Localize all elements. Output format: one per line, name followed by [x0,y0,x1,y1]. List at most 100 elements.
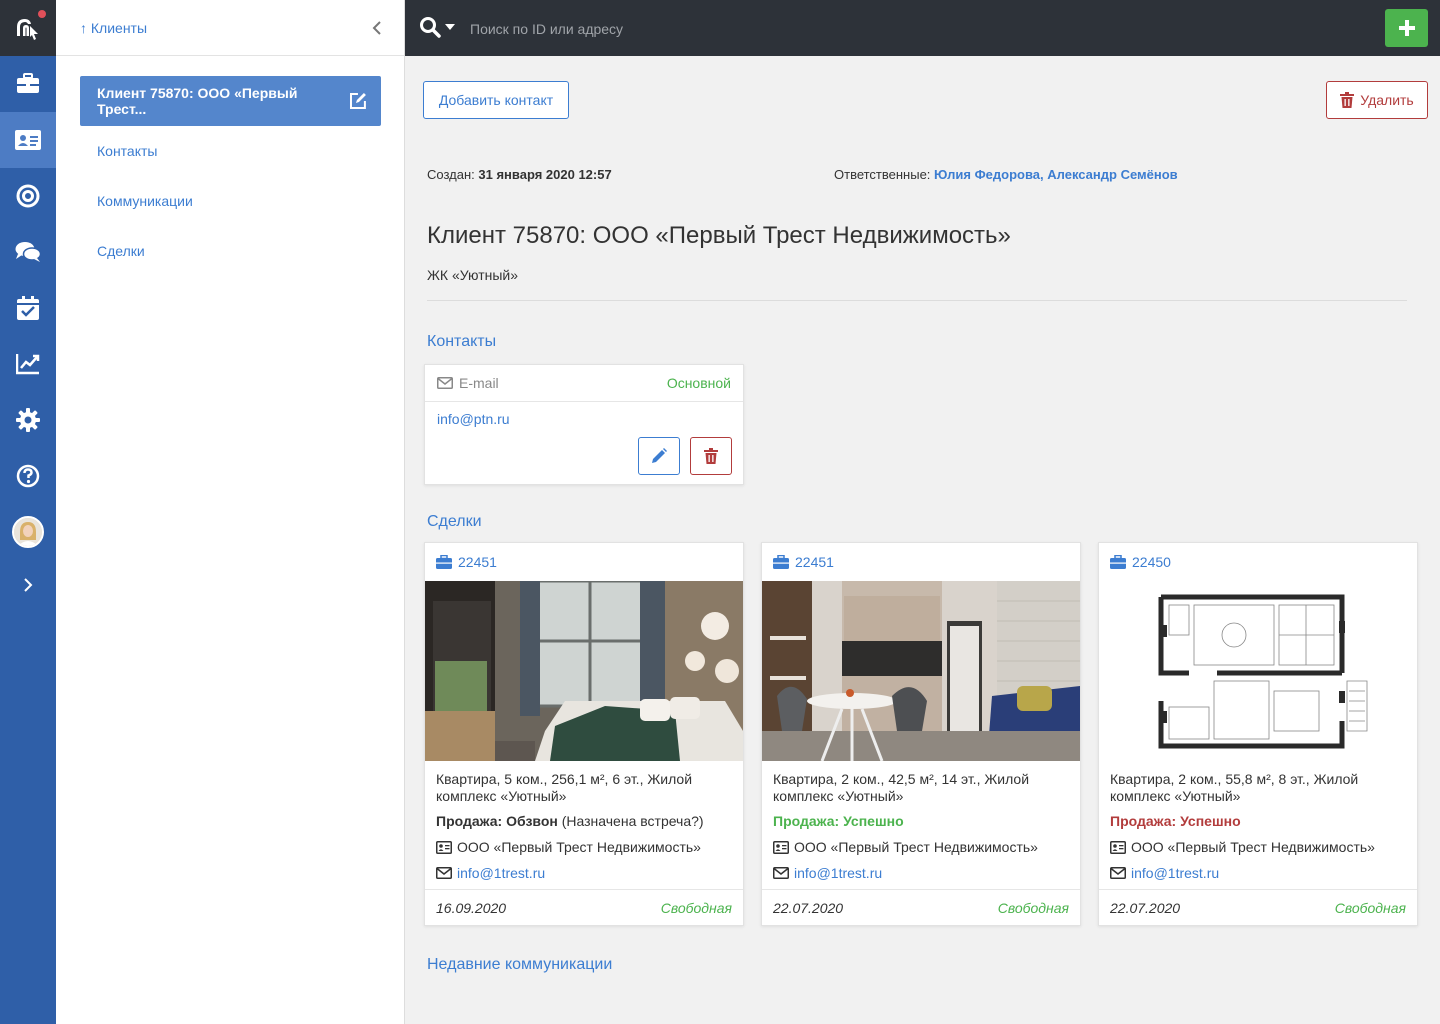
deal-company-name: ООО «Первый Трест Недвижимость» [794,839,1038,855]
search-mode-toggle[interactable] [419,16,455,38]
deal-date: 16.09.2020 [436,899,507,916]
created-value: 31 января 2020 12:57 [478,167,612,182]
deal-footer: 22.07.2020 Свободная [762,889,1080,925]
panel-item-contacts[interactable]: Контакты [97,143,157,159]
target-icon [16,184,40,208]
app-logo[interactable] [0,0,56,56]
contact-card-icon [15,130,41,150]
deal-company-name: ООО «Первый Трест Недвижимость» [457,839,701,855]
deal-email: info@1trest.ru [773,865,882,881]
deal-header: 22450 [1099,543,1417,581]
deal-email: info@1trest.ru [1110,865,1219,881]
deal-id-link[interactable]: 22451 [795,554,834,570]
deal-floor-plan [1099,581,1417,761]
client-subtitle: ЖК «Уютный» [427,267,519,283]
deal-description: Квартира, 2 ком., 55,8 м², 8 эт., Жилой … [1110,771,1359,804]
rail-expand[interactable] [0,557,56,613]
rail-calendar[interactable] [0,280,56,336]
back-to-clients-link[interactable]: ↑ Клиенты [80,20,147,36]
responsible-users-link[interactable]: Юлия Федорова, Александр Семёнов [934,167,1178,182]
deal-date: 22.07.2020 [773,899,844,916]
contacts-section-title: Контакты [427,333,497,350]
deal-company: ООО «Первый Трест Недвижимость» [1110,839,1375,855]
deal-status-stage: Продажа: Успешно [773,813,904,829]
deal-id-link[interactable]: 22451 [458,554,497,570]
deal-photo-bedroom [425,581,743,761]
created-label: Создан: [427,167,475,182]
contact-card-icon [1110,840,1126,854]
primary-badge: Основной [666,375,731,391]
contact-card-header: E-mail Основной [425,365,743,402]
calendar-check-icon [17,296,39,320]
contact-card-icon [436,840,452,854]
responsible-label: Ответственные: [834,167,931,182]
panel-item-communications[interactable]: Коммуникации [97,193,193,209]
collapse-chevron-icon[interactable] [372,20,382,35]
rail-clients[interactable] [0,112,56,168]
envelope-icon [437,377,453,389]
delete-contact-button[interactable] [690,437,732,475]
pencil-icon [652,448,667,463]
rail-profile[interactable] [0,504,56,560]
delete-button-label: Удалить [1360,92,1414,108]
rail-analytics[interactable] [0,336,56,392]
deal-status-stage: Продажа: Успешно [1110,813,1241,829]
edit-icon[interactable] [349,92,367,110]
deal-card[interactable]: 22451 [424,542,744,926]
created-info: Создан: 31 января 2020 12:57 [427,167,612,182]
panel-item-deals[interactable]: Сделки [97,243,145,259]
rail-chat[interactable] [0,224,56,280]
deals-section-title: Сделки [427,513,482,530]
briefcase-icon [17,73,39,93]
edit-contact-button[interactable] [638,437,680,475]
deal-footer: 22.07.2020 Свободная [1099,889,1417,925]
rail-target[interactable] [0,168,56,224]
gear-icon [16,408,40,432]
chevron-right-icon [24,578,33,592]
client-panel: ↑ Клиенты Клиент 75870: ООО «Первый Трес… [56,0,405,1024]
briefcase-icon [436,555,452,569]
search-icon [420,17,441,38]
deal-availability: Свободная [660,899,732,916]
panel-item-client-label: Клиент 75870: ООО «Первый Трест... [97,85,298,117]
add-button[interactable] [1385,9,1428,47]
deal-description: Квартира, 2 ком., 42,5 м², 14 эт., Жилой… [773,771,1030,804]
deal-availability: Свободная [1334,899,1406,916]
search-input[interactable] [470,18,1070,40]
deal-status: Продажа: Обзвон (Назначена встреча?) [436,813,704,829]
deal-email-link[interactable]: info@1trest.ru [457,865,545,881]
contact-type-label: E-mail [459,375,499,391]
panel-item-client[interactable]: Клиент 75870: ООО «Первый Трест... [80,76,381,126]
contact-type: E-mail [437,375,499,391]
contact-card-icon [773,840,789,854]
delete-button[interactable]: Удалить [1326,81,1428,119]
deal-id-link[interactable]: 22450 [1132,554,1171,570]
icon-rail [0,0,56,1024]
briefcase-icon [773,555,789,569]
rail-settings[interactable] [0,392,56,448]
question-icon [16,464,40,488]
deal-status: Продажа: Успешно [773,813,904,829]
rail-help[interactable] [0,448,56,504]
deal-email-link[interactable]: info@1trest.ru [794,865,882,881]
deal-company: ООО «Первый Трест Недвижимость» [773,839,1038,855]
contact-email-link[interactable]: info@ptn.ru [437,411,510,427]
avatar [12,516,44,548]
chat-icon [15,242,41,262]
add-contact-button[interactable]: Добавить контакт [423,81,569,119]
deal-status-note: (Назначена встреча?) [557,813,704,829]
deal-card[interactable]: 22451 [761,542,1081,926]
briefcase-icon [1110,555,1126,569]
deal-date: 22.07.2020 [1110,899,1181,916]
main-content: Добавить контакт Удалить Создан: 31 янва… [405,56,1440,1024]
deal-email-link[interactable]: info@1trest.ru [1131,865,1219,881]
deal-status: Продажа: Успешно [1110,813,1241,829]
deal-card[interactable]: 22450 Квартира, 2 ком., 55,8 м², 8 эт., … [1098,542,1418,926]
plus-icon [1398,20,1415,36]
envelope-icon [773,867,789,879]
deal-company-name: ООО «Первый Трест Недвижимость» [1131,839,1375,855]
envelope-icon [1110,867,1126,879]
communications-section-title: Недавние коммуникации [427,956,613,973]
contact-card: E-mail Основной info@ptn.ru [424,364,744,485]
rail-briefcase[interactable] [0,56,56,112]
